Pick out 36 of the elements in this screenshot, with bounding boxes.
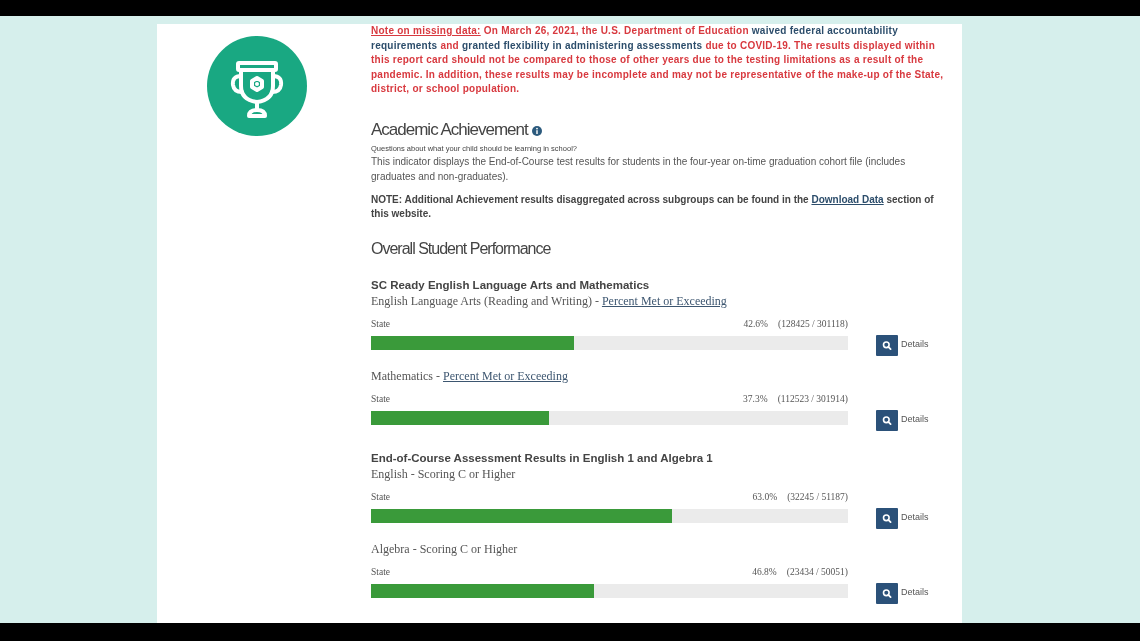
performance-heading: Overall Student Performance [371, 238, 552, 259]
percent-value: 46.8% [752, 565, 777, 578]
search-icon [876, 507, 898, 529]
scope-label: State [371, 565, 390, 578]
subject-label: Algebra - Scoring C or Higher [371, 540, 519, 557]
details-button[interactable]: Details [876, 507, 929, 529]
missing-data-notice: Note on missing data: On March 26, 2021, the U.S. Department of Education waived federal accountability requirements and granted flexibility in administering assessments due to COVID-19. The results displayed within this report card should not be compared to those of other years due to the testing limitations as a result of the pandemic. In addition, these results may be incomplete and may not be representative of the make-up of the State, district, or school population. [371, 24, 945, 96]
scope-label: State [371, 317, 390, 330]
scope-label: State [371, 490, 390, 503]
download-note: NOTE: Additional Achievement results disaggregated across subgroups can be found in the Download Data section of this website. [371, 192, 935, 221]
info-icon[interactable] [531, 125, 542, 136]
count-value: (23434 / 50051) [786, 565, 848, 578]
percent-value: 37.3% [743, 392, 768, 405]
percent-value: 42.6% [743, 317, 768, 330]
section-heading: Academic Achievement [371, 119, 528, 139]
details-button[interactable]: Details [876, 409, 929, 431]
search-icon [876, 582, 898, 604]
count-value: (128425 / 301118) [778, 317, 848, 330]
count-value: (32245 / 51187) [787, 490, 848, 503]
download-data-link[interactable]: Download Data [811, 193, 884, 205]
details-button[interactable]: Details [876, 582, 929, 604]
count-value: (112523 / 301914) [777, 392, 848, 405]
metric-link[interactable]: Percent Met or Exceeding [601, 293, 727, 308]
description-text: This indicator displays the End-of-Course test results for students in the four-year on-time graduation cohort file (includes graduates and non-graduates). [371, 154, 907, 184]
details-button[interactable]: Details [876, 334, 929, 356]
group-heading: End-of-Course Assessment Results in English 1 and Algebra 1 [371, 450, 714, 466]
group-heading: SC Ready English Language Arts and Mathematics [371, 277, 651, 293]
subject-label: English Language Arts (Reading and Writing) - Percent Met or Exceeding [371, 292, 728, 309]
search-icon [876, 334, 898, 356]
metric-link[interactable]: Percent Met or Exceeding [443, 368, 568, 383]
search-icon [876, 409, 898, 431]
subject-label: Mathematics - Percent Met or Exceeding [371, 367, 569, 384]
trophy-icon [207, 36, 307, 136]
scope-label: State [371, 392, 390, 405]
subject-label: English - Scoring C or Higher [371, 465, 517, 482]
percent-value: 63.0% [752, 490, 778, 503]
